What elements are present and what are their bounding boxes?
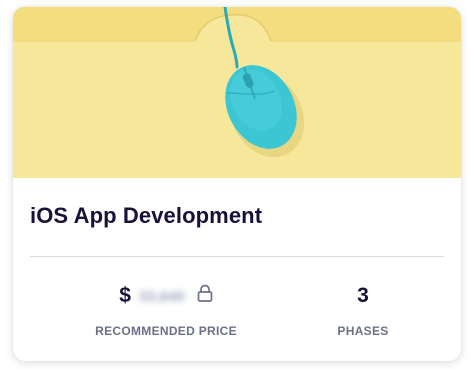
project-title[interactable]: iOS App Development xyxy=(30,203,262,229)
phases-stat: 3 PHASES xyxy=(305,282,421,338)
divider xyxy=(30,256,444,257)
recommended-price-label: RECOMMENDED PRICE xyxy=(95,324,237,338)
card-image xyxy=(13,7,461,178)
price-value-hidden: 33,640 xyxy=(138,288,185,304)
phases-label: PHASES xyxy=(337,324,389,338)
lock-icon[interactable] xyxy=(197,284,213,308)
currency-symbol: $ xyxy=(119,284,131,307)
recommended-price-stat: $ 33,640 RECOMMENDED PRICE xyxy=(79,282,253,338)
phases-count: 3 xyxy=(357,284,369,307)
desk-mouse-illustration xyxy=(13,7,461,178)
project-card[interactable]: iOS App Development $ 33,640 RECOMMENDED… xyxy=(13,7,461,361)
